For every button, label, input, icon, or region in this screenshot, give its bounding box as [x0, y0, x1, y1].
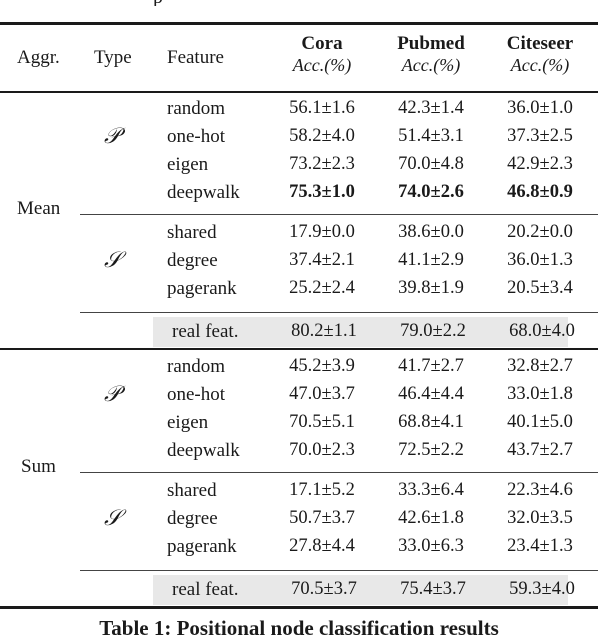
real-feature-divider-rule [80, 570, 598, 571]
type-structural-symbol: 𝒮 [104, 248, 122, 273]
feature-label: degree [167, 250, 218, 271]
value-cell: 37.4±2.1 [289, 250, 355, 270]
value-cell: 80.2±1.1 [291, 321, 357, 341]
value-cell: 17.9±0.0 [289, 222, 355, 242]
feature-label: pagerank [167, 278, 237, 299]
value-cell: 17.1±5.2 [289, 480, 355, 500]
value-cell: 70.0±4.8 [398, 154, 464, 174]
value-cell: 33.0±1.8 [507, 384, 573, 404]
value-cell: 42.6±1.8 [398, 508, 464, 528]
value-cell: 43.7±2.7 [507, 440, 573, 460]
value-cell: 51.4±3.1 [398, 126, 464, 146]
value-cell: 22.3±4.6 [507, 480, 573, 500]
value-cell: 33.3±6.4 [398, 480, 464, 500]
value-cell: 33.0±6.3 [398, 536, 464, 556]
value-cell: 73.2±2.3 [289, 154, 355, 174]
feature-label: one-hot [167, 384, 226, 405]
feature-label: real feat. [172, 321, 239, 342]
value-cell: 20.5±3.4 [507, 278, 573, 298]
feature-label: random [167, 356, 226, 377]
value-cell: 50.7±3.7 [289, 508, 355, 528]
value-cell: 46.8±0.9 [507, 182, 573, 202]
type-divider-rule [80, 472, 598, 473]
previous-text-fragment: p [0, 0, 598, 6]
group-separator-rule [0, 348, 598, 350]
dataset-name: Cora [301, 33, 343, 54]
header-citeseer: Citeseer Acc.(%) [485, 33, 595, 76]
feature-label: real feat. [172, 579, 239, 600]
value-cell: 70.0±2.3 [289, 440, 355, 460]
header-feature: Feature [167, 47, 224, 68]
feature-label: eigen [167, 154, 209, 175]
aggregation-label: Sum [21, 456, 56, 477]
dataset-name: Pubmed [397, 33, 465, 54]
metric-label: Acc.(%) [510, 55, 570, 75]
value-cell: 70.5±5.1 [289, 412, 355, 432]
feature-label: deepwalk [167, 440, 240, 461]
feature-label: pagerank [167, 536, 237, 557]
feature-label: shared [167, 222, 217, 243]
feature-label: degree [167, 508, 218, 529]
value-cell: 32.0±3.5 [507, 508, 573, 528]
table-caption: Table 1: Positional node classification … [99, 616, 499, 640]
type-structural-symbol: 𝒮 [104, 506, 122, 531]
header-rule [0, 91, 598, 93]
metric-label: Acc.(%) [292, 55, 352, 75]
value-cell: 72.5±2.2 [398, 440, 464, 460]
value-cell: 56.1±1.6 [289, 98, 355, 118]
value-cell: 58.2±4.0 [289, 126, 355, 146]
type-positional-symbol: 𝒫 [104, 124, 120, 149]
value-cell: 68.0±4.0 [509, 321, 575, 341]
value-cell: 70.5±3.7 [291, 579, 357, 599]
header-cora: Cora Acc.(%) [267, 33, 377, 76]
value-cell: 36.0±1.0 [507, 98, 573, 118]
aggregation-label: Mean [17, 198, 61, 219]
value-cell: 25.2±2.4 [289, 278, 355, 298]
dataset-name: Citeseer [506, 33, 574, 54]
value-cell: 75.3±1.0 [289, 182, 355, 202]
value-cell: 39.8±1.9 [398, 278, 464, 298]
value-cell: 32.8±2.7 [507, 356, 573, 376]
value-cell: 36.0±1.3 [507, 250, 573, 270]
value-cell: 42.9±2.3 [507, 154, 573, 174]
value-cell: 41.7±2.7 [398, 356, 464, 376]
value-cell: 47.0±3.7 [289, 384, 355, 404]
feature-label: deepwalk [167, 182, 240, 203]
real-feature-divider-rule [80, 312, 598, 313]
value-cell: 74.0±2.6 [398, 182, 464, 202]
value-cell: 20.2±0.0 [507, 222, 573, 242]
value-cell: 79.0±2.2 [400, 321, 466, 341]
feature-label: random [167, 98, 226, 119]
value-cell: 41.1±2.9 [398, 250, 464, 270]
feature-label: eigen [167, 412, 209, 433]
value-cell: 75.4±3.7 [400, 579, 466, 599]
type-divider-rule [80, 214, 598, 215]
bottom-rule [0, 606, 598, 609]
value-cell: 37.3±2.5 [507, 126, 573, 146]
value-cell: 59.3±4.0 [509, 579, 575, 599]
feature-label: one-hot [167, 126, 226, 147]
header-aggr: Aggr. [17, 47, 60, 68]
value-cell: 40.1±5.0 [507, 412, 573, 432]
value-cell: 38.6±0.0 [398, 222, 464, 242]
metric-label: Acc.(%) [401, 55, 461, 75]
value-cell: 42.3±1.4 [398, 98, 464, 118]
top-rule [0, 22, 598, 25]
value-cell: 27.8±4.4 [289, 536, 355, 556]
value-cell: 68.8±4.1 [398, 412, 464, 432]
value-cell: 23.4±1.3 [507, 536, 573, 556]
value-cell: 46.4±4.4 [398, 384, 464, 404]
header-pubmed: Pubmed Acc.(%) [376, 33, 486, 76]
type-positional-symbol: 𝒫 [104, 382, 120, 407]
value-cell: 45.2±3.9 [289, 356, 355, 376]
header-type: Type [94, 47, 132, 68]
feature-label: shared [167, 480, 217, 501]
